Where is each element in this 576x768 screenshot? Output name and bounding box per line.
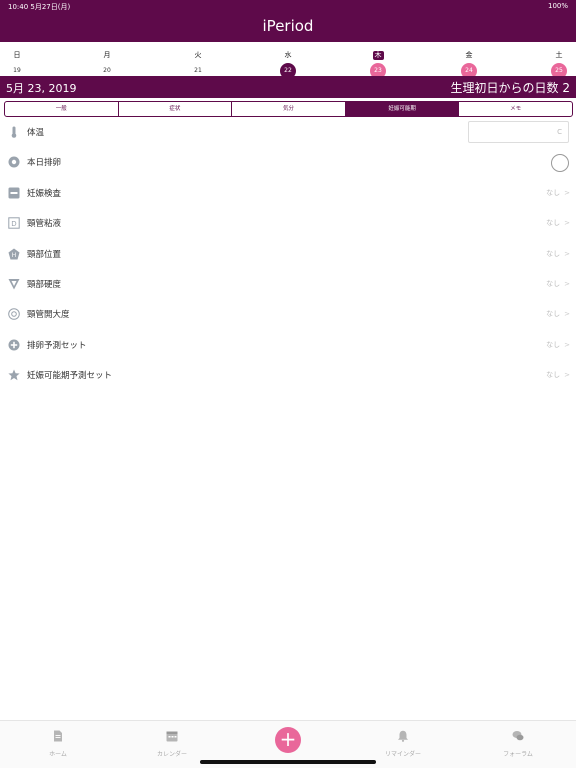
row-value: なし > xyxy=(546,279,570,289)
row-pregnancy-test[interactable]: 妊娠検査 なし > xyxy=(0,179,576,209)
day-name: 水 xyxy=(284,51,292,59)
chevron-right-icon: > xyxy=(564,219,570,227)
status-bar: 10:40 5月27日(月) 100% xyxy=(0,0,576,13)
chevron-right-icon: > xyxy=(564,189,570,197)
temperature-unit: C xyxy=(557,128,562,136)
chevron-right-icon: > xyxy=(564,280,570,288)
row-fertile-prediction[interactable]: 妊娠可能期予測セット なし > xyxy=(0,361,576,391)
row-label: 頸部位置 xyxy=(27,250,62,260)
row-label: 本日排卵 xyxy=(27,158,62,168)
row-label: 頸管粘液 xyxy=(27,219,62,229)
cycle-day-count: 生理初日からの日数 2 xyxy=(450,81,570,95)
thermometer-icon xyxy=(11,126,17,138)
row-value: なし > xyxy=(546,249,570,259)
category-segmented-control: 一般 症状 気分 妊娠可能期 メモ xyxy=(4,101,573,117)
day-name: 金 xyxy=(465,51,473,59)
plus-circle-icon xyxy=(8,339,20,351)
row-label: 妊娠検査 xyxy=(27,189,62,199)
day-thu[interactable]: 木 23 xyxy=(358,42,398,79)
row-cervix-opening[interactable]: 頸管開大度 なし > xyxy=(0,300,576,330)
selected-date: 5月 23, 2019 xyxy=(6,82,77,95)
tab-label: リマインダー xyxy=(384,751,421,758)
app-header: 10:40 5月27日(月) 100% iPeriod xyxy=(0,0,576,42)
ovulation-toggle[interactable] xyxy=(551,154,569,172)
day-name-today: 木 xyxy=(372,51,384,60)
date-bar: 5月 23, 2019 生理初日からの日数 2 xyxy=(0,76,576,98)
row-label: 頸部硬度 xyxy=(27,280,62,290)
app-title: iPeriod xyxy=(262,17,314,35)
tab-label: カレンダー xyxy=(156,751,187,758)
home-indicator xyxy=(200,760,376,764)
day-fri[interactable]: 金 24 xyxy=(449,42,489,79)
cervix-opening-icon xyxy=(8,308,20,320)
value-text: なし xyxy=(546,219,561,227)
tab-notes[interactable]: メモ xyxy=(459,102,572,116)
tab-fertility[interactable]: 妊娠可能期 xyxy=(345,102,460,116)
ovulation-icon xyxy=(8,156,20,168)
day-name: 日 xyxy=(13,51,21,59)
day-mon[interactable]: 月 20 xyxy=(87,42,127,76)
day-sat[interactable]: 土 25 xyxy=(539,42,576,79)
row-value: なし > xyxy=(546,218,570,228)
cervix-position-icon: H xyxy=(8,248,20,260)
add-entry-button[interactable]: + xyxy=(275,727,301,753)
chevron-right-icon: > xyxy=(564,341,570,349)
calendar-icon xyxy=(166,731,178,742)
tab-label: フォーラム xyxy=(503,751,533,758)
row-value: なし > xyxy=(546,370,570,380)
battery-level: 100% xyxy=(547,2,568,10)
value-text: なし xyxy=(546,371,561,379)
day-name: 土 xyxy=(555,51,563,59)
tab-mood[interactable]: 気分 xyxy=(232,102,346,116)
day-name: 火 xyxy=(194,51,202,59)
document-icon xyxy=(54,730,62,742)
row-label: 妊娠可能期予測セット xyxy=(27,371,113,381)
row-cervical-mucus[interactable]: D 頸管粘液 なし > xyxy=(0,209,576,239)
tab-forum[interactable]: フォーラム xyxy=(478,727,558,758)
status-time: 10:40 5月27日(月) xyxy=(8,3,71,11)
value-text: なし xyxy=(546,341,561,349)
mucus-icon: D xyxy=(8,217,20,229)
tab-general[interactable]: 一般 xyxy=(5,102,119,116)
week-strip: 日 19 月 20 火 21 水 22 木 23 金 24 土 25 xyxy=(0,42,576,79)
value-text: なし xyxy=(546,310,561,318)
row-value: なし > xyxy=(546,188,570,198)
svg-text:H: H xyxy=(12,252,17,259)
tab-reminder[interactable]: リマインダー xyxy=(363,727,443,758)
chat-bubbles-icon xyxy=(512,731,524,741)
day-name: 月 xyxy=(103,51,111,59)
row-value: なし > xyxy=(546,309,570,319)
value-text: なし xyxy=(546,280,561,288)
star-icon xyxy=(8,369,20,381)
pregnancy-test-icon xyxy=(8,187,20,199)
tab-symptoms[interactable]: 症状 xyxy=(119,102,233,116)
row-ovulation-today: 本日排卵 xyxy=(0,148,576,178)
chevron-right-icon: > xyxy=(564,371,570,379)
chevron-right-icon: > xyxy=(564,250,570,258)
row-label: 頸管開大度 xyxy=(27,310,70,320)
row-cervix-position[interactable]: H 頸部位置 なし > xyxy=(0,240,576,270)
row-label: 体温 xyxy=(27,128,45,138)
value-text: なし xyxy=(546,189,561,197)
cervix-firmness-icon xyxy=(8,279,20,290)
value-text: なし xyxy=(546,250,561,258)
svg-text:D: D xyxy=(11,220,16,228)
tab-label: ホーム xyxy=(49,751,67,758)
row-cervix-firmness[interactable]: 頸部硬度 なし > xyxy=(0,270,576,300)
tab-calendar[interactable]: カレンダー xyxy=(132,727,212,758)
tab-home[interactable]: ホーム xyxy=(18,727,98,758)
row-value: なし > xyxy=(546,340,570,350)
row-ovulation-prediction[interactable]: 排卵予測セット なし > xyxy=(0,331,576,361)
day-sun[interactable]: 日 19 xyxy=(0,42,37,76)
day-tue[interactable]: 火 21 xyxy=(178,42,218,76)
chevron-right-icon: > xyxy=(564,310,570,318)
day-wed[interactable]: 水 22 xyxy=(268,42,308,79)
row-label: 排卵予測セット xyxy=(27,341,87,351)
bell-icon xyxy=(398,730,408,742)
temperature-input[interactable]: C xyxy=(468,121,569,143)
